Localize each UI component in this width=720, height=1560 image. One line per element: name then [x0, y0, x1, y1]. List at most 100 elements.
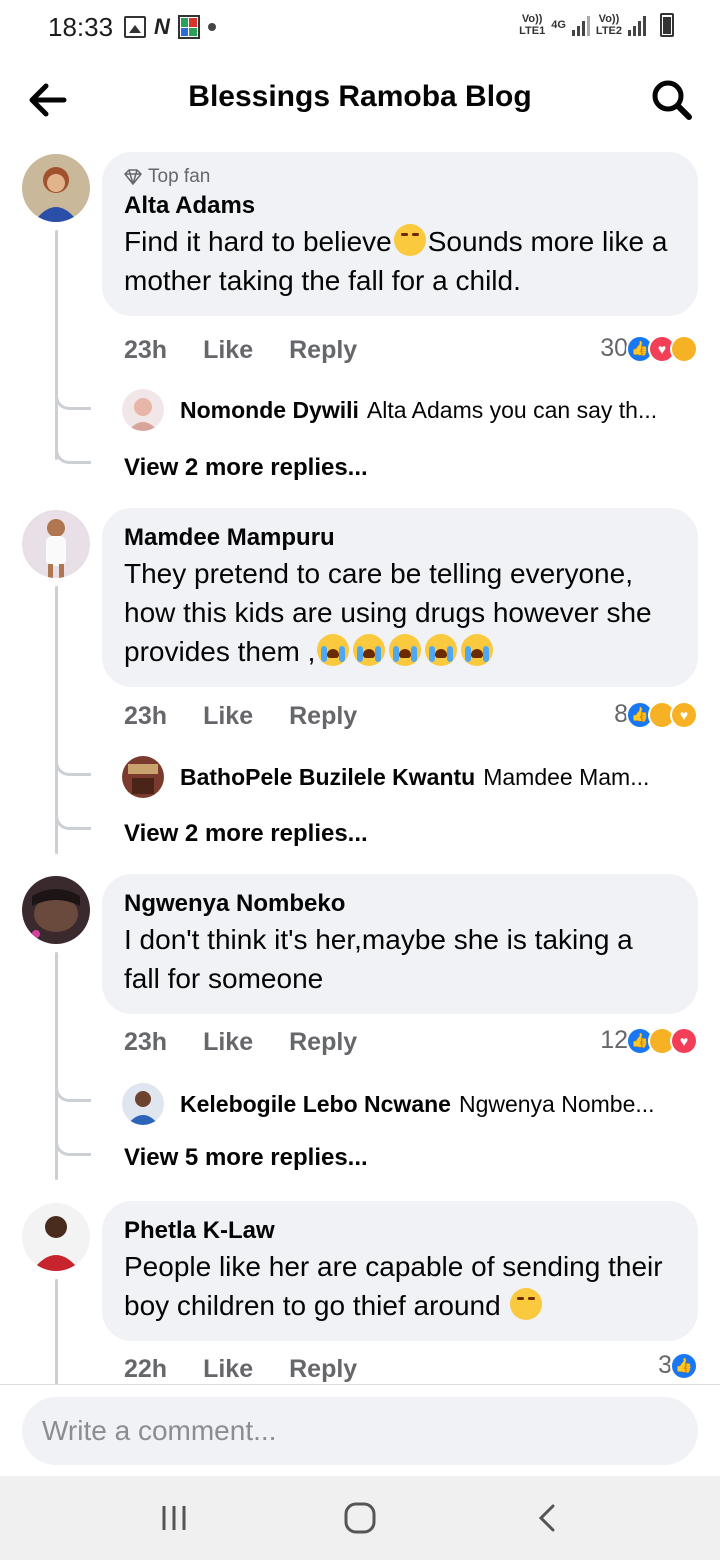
comment-author[interactable]: Mamdee Mampuru: [124, 522, 676, 554]
comment-author[interactable]: Phetla K-Law: [124, 1215, 676, 1247]
reply-avatar: [122, 1083, 164, 1125]
like-icon: 👍: [670, 1351, 698, 1380]
like-button[interactable]: Like: [203, 1355, 253, 1384]
like-button[interactable]: Like: [203, 702, 253, 731]
thread-line: [55, 230, 58, 460]
network-type-label: 4G: [551, 19, 566, 31]
view-more-replies[interactable]: View 2 more replies...: [124, 820, 368, 848]
loudly-crying-emoji-icon: [461, 634, 494, 666]
sad-icon: [670, 334, 698, 363]
reply-author: Kelebogile Lebo Ncwane: [180, 1090, 451, 1117]
reaction-summary[interactable]: 30 👍 ♥: [600, 334, 698, 363]
reply-preview[interactable]: Nomonde Dywili Alta Adams you can say th…: [122, 389, 702, 431]
reply-snippet: Ngwenya Nombe...: [458, 1090, 655, 1117]
reaction-summary[interactable]: 3 👍: [658, 1351, 698, 1380]
comment-time: 23h: [124, 1028, 168, 1056]
reply-preview[interactable]: BathoPele Buzilele Kwantu Mamdee Mam...: [122, 756, 702, 798]
app-header: Blessings Ramoba Blog: [0, 56, 720, 144]
search-button[interactable]: [648, 76, 696, 124]
sim2-volte-label: Vo)): [598, 13, 620, 25]
love-icon: ♥: [670, 1026, 698, 1055]
write-comment-input[interactable]: [22, 1397, 698, 1465]
thread-connector: [55, 1080, 91, 1102]
reply-author: BathoPele Buzilele Kwantu: [180, 763, 476, 790]
comment-actions: 23h Like Reply: [124, 336, 357, 365]
comment-bubble[interactable]: Mamdee Mampuru They pretend to care be t…: [102, 508, 698, 687]
view-more-replies[interactable]: View 5 more replies...: [124, 1144, 368, 1172]
recent-apps-button[interactable]: [154, 1498, 194, 1538]
care-icon: ♥: [670, 700, 698, 729]
comments-list[interactable]: Top fan Alta Adams Find it hard to belie…: [0, 144, 720, 1384]
thread-line: [55, 1279, 58, 1384]
comment-time: 22h: [124, 1355, 168, 1383]
recent-apps-icon: [162, 1506, 186, 1530]
diamond-icon: [124, 169, 142, 185]
top-fan-badge: Top fan: [148, 166, 211, 187]
loudly-crying-emoji-icon: [353, 634, 386, 666]
comment-time: 23h: [124, 336, 168, 364]
chevron-left-icon: [538, 1504, 555, 1532]
notification-icons: N: [124, 14, 216, 40]
battery-icon: [660, 13, 674, 37]
like-button[interactable]: Like: [203, 1028, 253, 1057]
signal1-icon: [571, 14, 590, 36]
reaction-summary[interactable]: 8 👍 ♥: [614, 700, 698, 729]
reply-preview[interactable]: Kelebogile Lebo Ncwane Ngwenya Nombe...: [122, 1083, 702, 1125]
status-time: 18:33: [48, 12, 114, 42]
reaction-summary[interactable]: 12 👍 ♥: [600, 1026, 698, 1055]
reply-snippet: Mamdee Mam...: [483, 763, 650, 790]
app-grid-icon: [177, 15, 200, 39]
loudly-crying-emoji-icon: [317, 634, 350, 666]
home-icon: [344, 1502, 376, 1534]
comment-bubble[interactable]: Top fan Alta Adams Find it hard to belie…: [102, 152, 698, 316]
comment-actions: 23h Like Reply: [124, 702, 357, 731]
comment-composer: [0, 1384, 720, 1476]
comment-actions: 23h Like Reply: [124, 1028, 357, 1057]
loudly-crying-emoji-icon: [425, 634, 458, 666]
page-title: Blessings Ramoba Blog: [188, 80, 532, 113]
avatar[interactable]: [22, 154, 90, 222]
comment-bubble[interactable]: Ngwenya Nombeko I don't think it's her,m…: [102, 874, 698, 1014]
system-nav-bar: [0, 1476, 720, 1560]
status-bar: 18:33 N Vo)) LTE1 4G Vo)) LTE2: [0, 0, 720, 56]
view-more-replies[interactable]: View 2 more replies...: [124, 454, 368, 482]
thread-connector: [55, 1134, 91, 1156]
comment-author[interactable]: Ngwenya Nombeko: [124, 888, 676, 920]
avatar[interactable]: [22, 876, 90, 944]
reply-button[interactable]: Reply: [289, 336, 357, 365]
reply-avatar: [122, 756, 164, 798]
avatar[interactable]: [22, 1203, 90, 1271]
reaction-count: 12: [600, 1026, 628, 1054]
thread-connector: [55, 754, 91, 776]
network-indicators: Vo)) LTE1 4G Vo)) LTE2: [519, 13, 674, 37]
like-button[interactable]: Like: [203, 336, 253, 365]
comment-text: They pretend to care be telling everyone…: [124, 558, 652, 667]
thread-connector: [55, 442, 91, 464]
reply-button[interactable]: Reply: [289, 702, 357, 731]
reply-author: Nomonde Dywili: [180, 396, 359, 423]
comment-text: I don't think it's her,maybe she is taki…: [124, 924, 633, 994]
home-button[interactable]: [340, 1498, 380, 1538]
steam-from-nose-emoji-icon: [510, 1288, 543, 1320]
gallery-icon: [124, 16, 146, 38]
sim2-lte-label: LTE2: [595, 25, 622, 37]
reply-snippet: Alta Adams you can say th...: [366, 396, 658, 423]
avatar[interactable]: [22, 510, 90, 578]
comment-actions: 22h Like Reply: [124, 1355, 357, 1384]
reply-button[interactable]: Reply: [289, 1355, 357, 1384]
reply-button[interactable]: Reply: [289, 1028, 357, 1057]
comment-bubble[interactable]: Phetla K-Law People like her are capable…: [102, 1201, 698, 1341]
reply-avatar: [122, 389, 164, 431]
more-notifications-dot-icon: [207, 23, 216, 31]
thread-connector: [55, 808, 91, 830]
n-app-icon: N: [154, 14, 170, 39]
reaction-count: 30: [600, 334, 628, 362]
back-nav-button[interactable]: [528, 1498, 568, 1538]
comment-text: People like her are capable of sending t…: [124, 1251, 663, 1321]
thread-connector: [55, 388, 91, 410]
comment-text: Find it hard to believe Sounds more like …: [124, 224, 668, 296]
sim1-lte-label: LTE1: [519, 25, 546, 37]
comment-author[interactable]: Alta Adams: [124, 190, 676, 222]
sim1-volte-label: Vo)): [521, 13, 543, 25]
loudly-crying-emoji-icon: [389, 634, 422, 666]
